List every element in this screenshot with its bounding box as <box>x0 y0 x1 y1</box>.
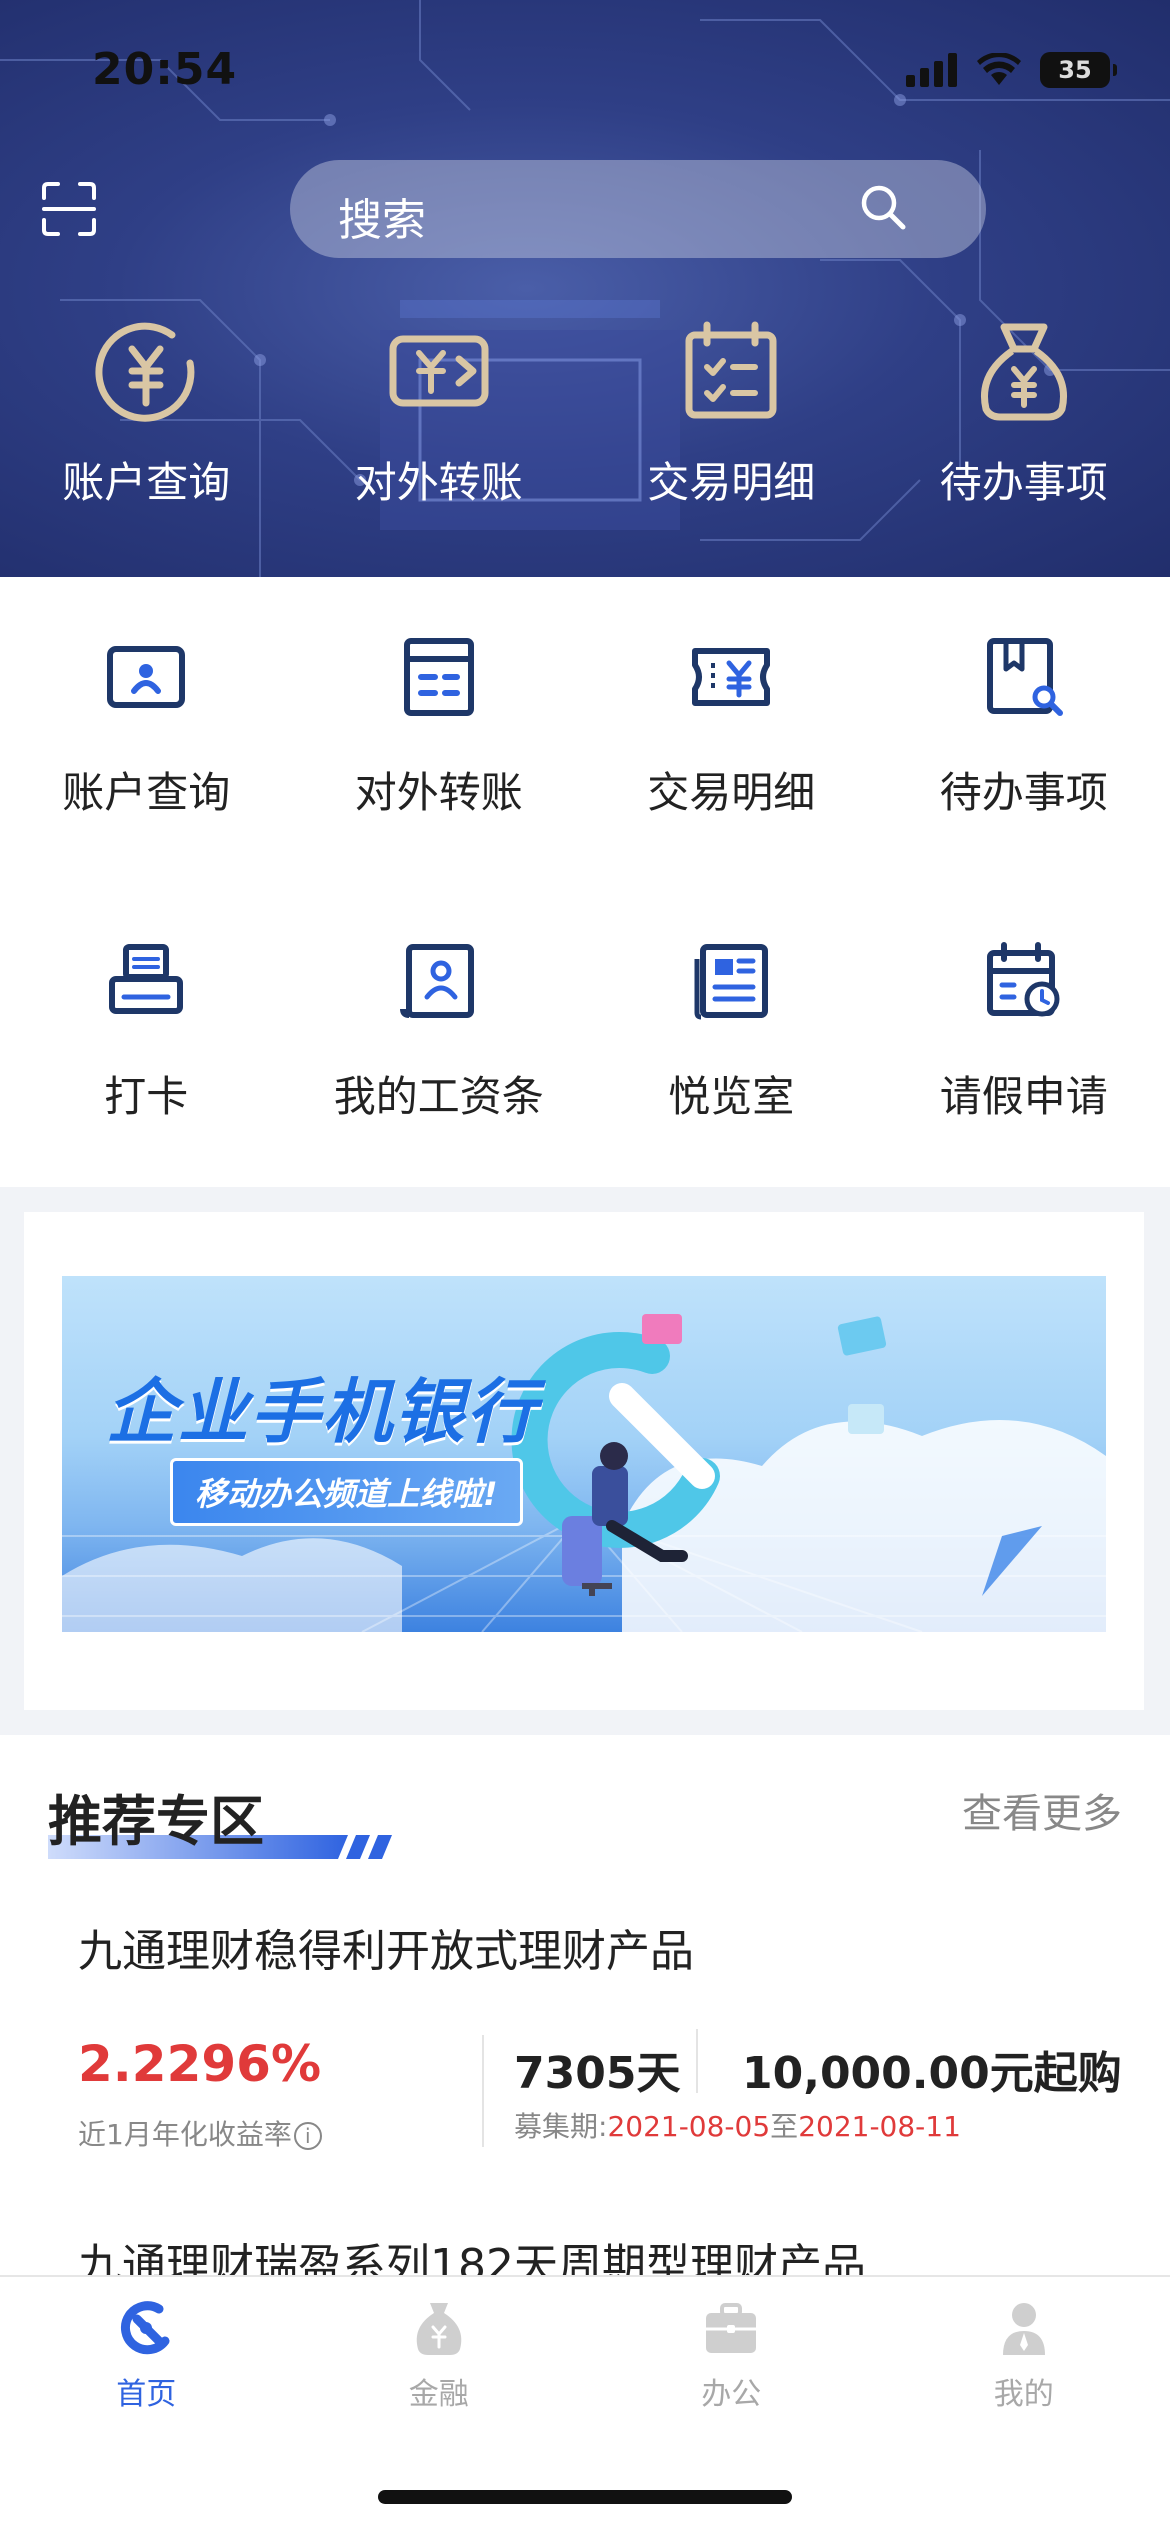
product-name[interactable]: 九通理财稳得利开放式理财产品 <box>78 1915 694 1979</box>
finance-bag-icon <box>416 2303 462 2355</box>
tab-office[interactable]: 办公 <box>585 2297 878 2413</box>
period-separator: 至 <box>770 2110 799 2143</box>
wifi-icon <box>977 53 1021 85</box>
search-bar[interactable]: 搜索 <box>290 160 986 258</box>
banner-subtitle: 移动办公频道上线啦! <box>170 1458 523 1526</box>
header-banner: 20:54 35 搜索 账户查询 对外转账 交易明细 待办事项 <box>0 0 1170 577</box>
top-shortcut-label: 账户查询 <box>62 458 231 507</box>
product-term: 7305天 <box>514 2048 681 2099</box>
quick-item-account-query[interactable]: 账户查询 <box>0 635 293 820</box>
tab-label: 我的 <box>993 2377 1054 2412</box>
top-shortcuts: 账户查询 对外转账 交易明细 待办事项 <box>0 315 1170 535</box>
quick-item-label: 请假申请 <box>939 1072 1108 1121</box>
top-shortcut-todo[interactable]: 待办事项 <box>878 315 1170 535</box>
calendar-list-icon <box>685 321 777 419</box>
newspaper-icon <box>694 944 769 1020</box>
receipt-yen-icon <box>692 648 771 706</box>
calendar-clock-icon <box>986 942 1060 1017</box>
quick-item-transfer[interactable]: 对外转账 <box>293 635 586 820</box>
status-bar: 20:54 35 <box>0 0 1170 150</box>
quick-menu: 账户查询 对外转账 交易明细 待办事项 打卡 我的工资条 悦览室 请假申请 <box>0 577 1170 1187</box>
transfer-card-icon <box>389 335 489 407</box>
briefcase-icon <box>706 2303 757 2353</box>
quick-item-leave-request[interactable]: 请假申请 <box>878 939 1170 1124</box>
quick-item-todo[interactable]: 待办事项 <box>878 635 1170 820</box>
tab-home[interactable]: 首页 <box>0 2297 293 2413</box>
tab-label: 办公 <box>701 2377 762 2412</box>
quick-item-label: 对外转账 <box>354 768 523 817</box>
quick-item-reading-room[interactable]: 悦览室 <box>585 939 878 1124</box>
contact-book-icon <box>399 944 474 1018</box>
recommend-section: 推荐专区 查看更多 九通理财稳得利开放式理财产品 2.2296% 近1月年化收益… <box>0 1735 1170 2275</box>
home-logo-icon <box>121 2301 170 2355</box>
search-placeholder: 搜索 <box>338 195 426 246</box>
calculator-icon <box>403 638 474 716</box>
tab-finance[interactable]: 金融 <box>293 2297 586 2413</box>
printer-icon <box>109 944 184 1014</box>
product-min-purchase: 10,000.00元起购 <box>742 2048 1122 2099</box>
product-raising-period: 募集期:2021-08-05至2021-08-11 <box>514 2105 961 2145</box>
status-icons: 35 <box>906 52 1117 88</box>
tab-mine[interactable]: 我的 <box>878 2297 1170 2413</box>
view-more-link[interactable]: 查看更多 <box>962 1781 1122 1839</box>
product-name[interactable]: 九通理财瑞盈系列182天周期型理财产品 <box>78 2229 866 2275</box>
product-rate: 2.2296% <box>78 2035 322 2093</box>
battery-indicator: 35 <box>1040 52 1117 88</box>
banner-title: 企业手机银行 <box>106 1371 538 1453</box>
period-start: 2021-08-05 <box>607 2110 771 2143</box>
person-icon <box>1002 2303 1045 2355</box>
yen-coin-icon <box>95 322 195 422</box>
top-shortcut-label: 对外转账 <box>354 458 523 507</box>
scan-icon[interactable] <box>40 180 98 238</box>
quick-item-label: 我的工资条 <box>333 1072 544 1121</box>
status-time: 20:54 <box>92 44 238 95</box>
book-search-icon <box>986 638 1063 716</box>
divider <box>482 2035 484 2147</box>
top-shortcut-transfer[interactable]: 对外转账 <box>293 315 586 535</box>
quick-item-payslip[interactable]: 我的工资条 <box>293 939 586 1124</box>
quick-item-clock-in[interactable]: 打卡 <box>0 939 293 1124</box>
money-bag-icon <box>980 323 1067 421</box>
id-card-icon <box>107 646 186 708</box>
divider <box>696 2029 698 2093</box>
quick-item-label: 账户查询 <box>62 768 231 817</box>
search-icon[interactable] <box>858 182 908 232</box>
rate-label-text: 近1月年化收益率 <box>78 2118 292 2151</box>
product-rate-label: 近1月年化收益率 i <box>78 2113 322 2153</box>
banner-card: 企业手机银行 移动办公频道上线啦! <box>24 1212 1144 1710</box>
period-label: 募集期: <box>514 2110 608 2143</box>
info-icon[interactable]: i <box>293 2122 322 2150</box>
top-shortcut-transactions[interactable]: 交易明细 <box>585 315 878 535</box>
recommend-title: 推荐专区 <box>48 1790 264 1853</box>
top-shortcut-label: 交易明细 <box>647 458 816 507</box>
period-end: 2021-08-11 <box>798 2110 961 2143</box>
tab-label: 金融 <box>408 2377 469 2412</box>
top-shortcut-label: 待办事项 <box>939 458 1108 507</box>
quick-item-label: 悦览室 <box>668 1072 795 1121</box>
top-shortcut-account-query[interactable]: 账户查询 <box>0 315 293 535</box>
quick-item-label: 打卡 <box>104 1072 189 1121</box>
promo-banner[interactable]: 企业手机银行 移动办公频道上线啦! <box>62 1276 1106 1632</box>
quick-item-label: 交易明细 <box>647 768 816 817</box>
quick-item-transactions[interactable]: 交易明细 <box>585 635 878 820</box>
tab-label: 首页 <box>116 2377 177 2412</box>
home-indicator <box>378 2490 792 2504</box>
quick-item-label: 待办事项 <box>939 768 1108 817</box>
signal-icon <box>906 53 957 87</box>
